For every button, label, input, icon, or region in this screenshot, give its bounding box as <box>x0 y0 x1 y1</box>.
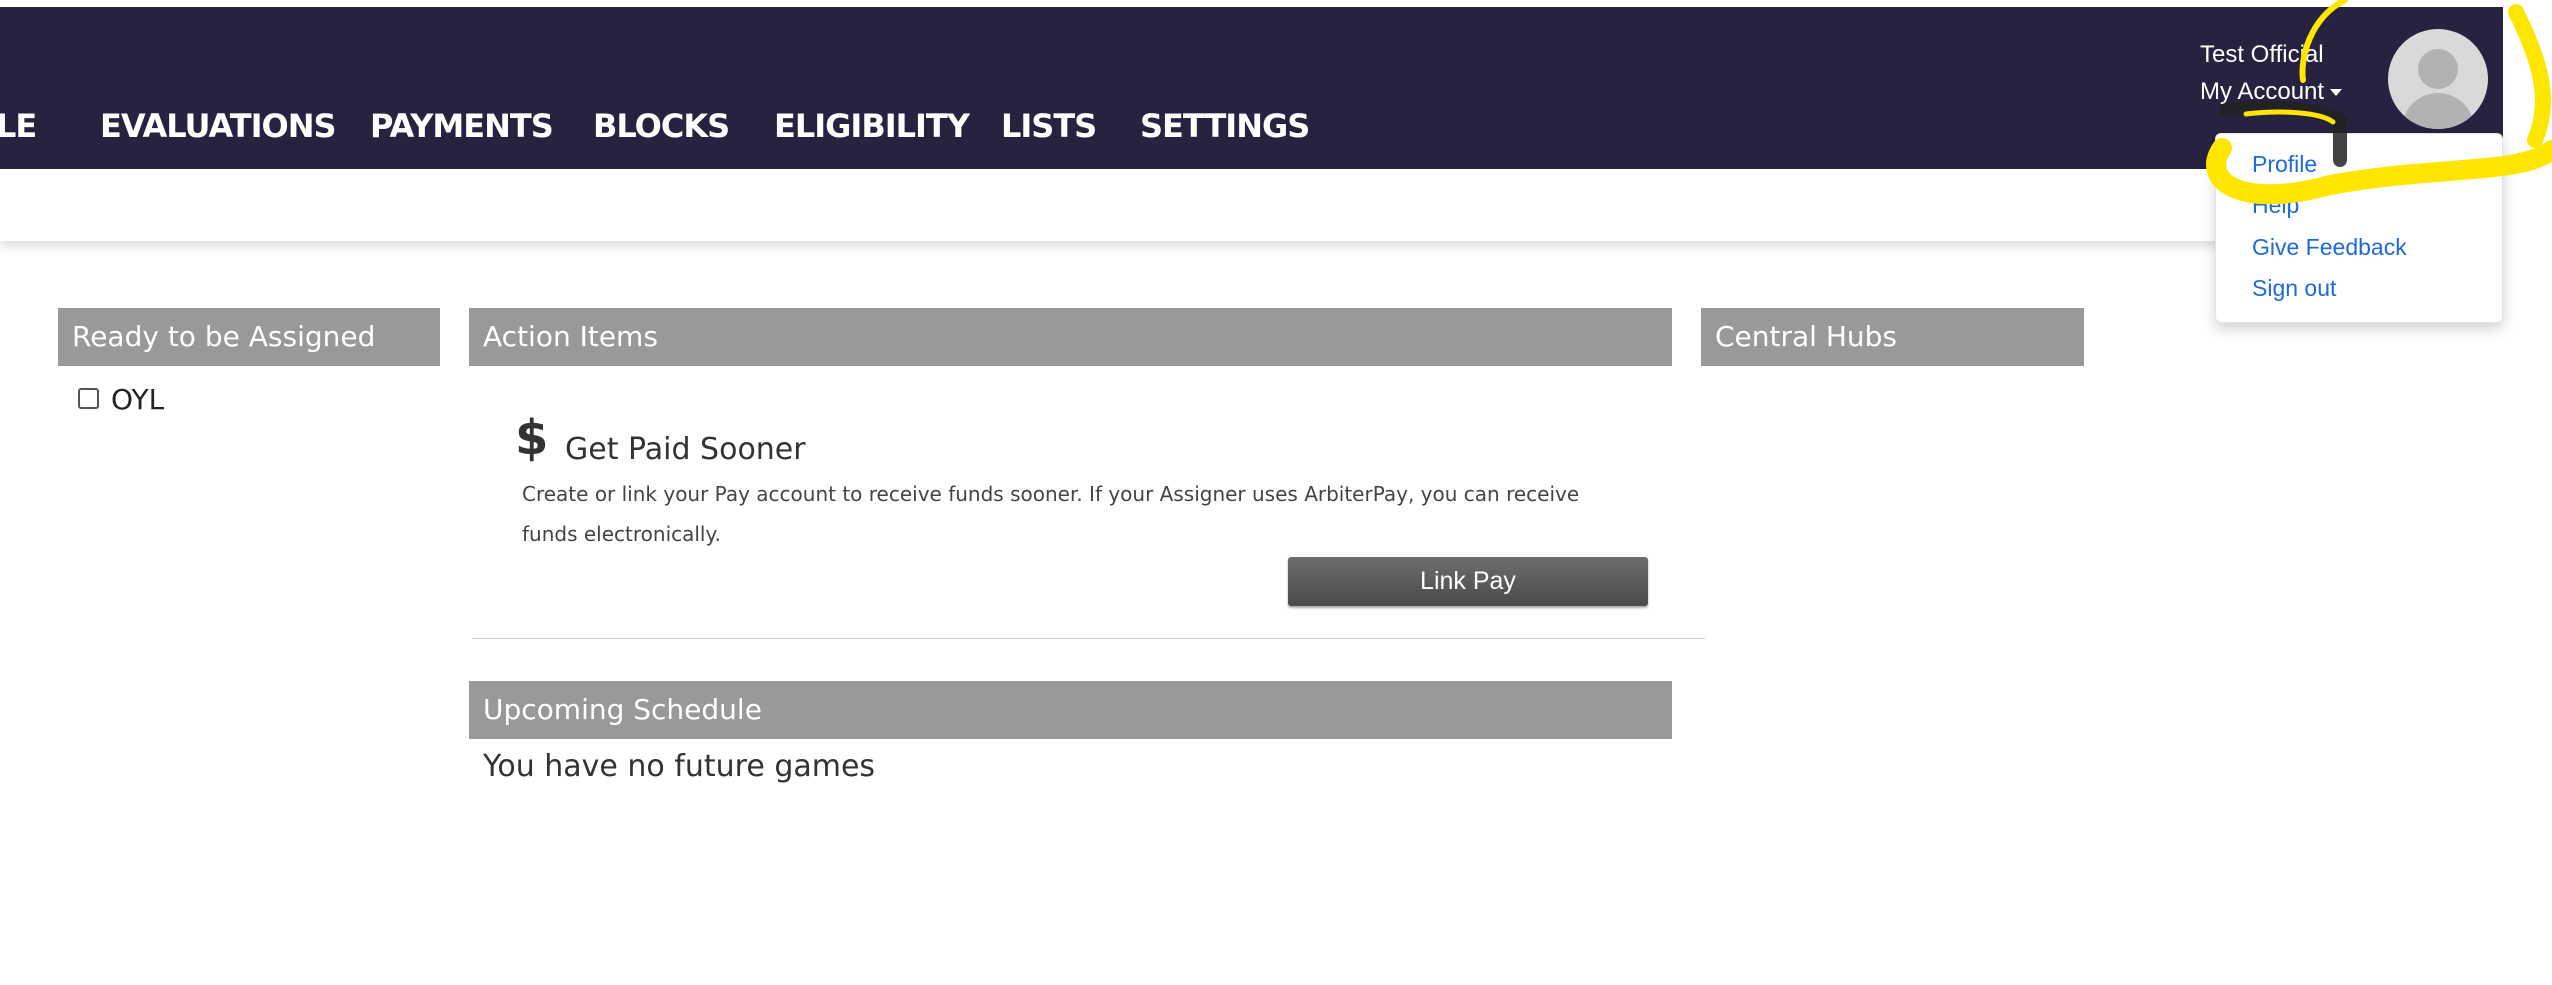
dollar-icon: $ <box>515 410 549 466</box>
top-nav-bar: LE EVALUATIONS PAYMENTS BLOCKS ELIGIBILI… <box>0 7 2503 169</box>
nav-item-evaluations[interactable]: EVALUATIONS <box>100 107 337 145</box>
my-account-toggle[interactable]: My Account <box>2200 78 2343 106</box>
menu-item-profile[interactable]: Profile <box>2252 151 2317 178</box>
checkbox-oyl[interactable] <box>78 387 99 409</box>
avatar-body <box>2402 93 2474 129</box>
action-items-header: Action Items <box>469 308 1672 366</box>
account-dropdown-menu: Profile Help Give Feedback Sign out <box>2215 133 2503 323</box>
user-name: Test Official <box>2200 41 2324 68</box>
get-paid-sooner-title: Get Paid Sooner <box>565 432 806 467</box>
caret-down-icon <box>2330 89 2343 97</box>
no-future-games-text: You have no future games <box>483 749 876 784</box>
nav-item-schedule[interactable]: LE <box>0 107 37 145</box>
section-divider <box>472 638 1705 639</box>
get-paid-description: Create or link your Pay account to recei… <box>522 482 1580 546</box>
ready-item-label: OYL <box>111 383 165 416</box>
menu-item-give-feedback[interactable]: Give Feedback <box>2252 234 2407 261</box>
avatar-head <box>2418 49 2458 89</box>
nav-item-eligibility[interactable]: ELIGIBILITY <box>774 107 970 145</box>
nav-item-lists[interactable]: LISTS <box>1001 107 1097 145</box>
my-account-label: My Account <box>2200 78 2325 105</box>
nav-item-payments[interactable]: PAYMENTS <box>370 107 554 145</box>
central-hubs-header: Central Hubs <box>1701 308 2084 366</box>
menu-item-sign-out[interactable]: Sign out <box>2252 275 2336 302</box>
avatar[interactable] <box>2388 29 2488 129</box>
menu-item-help[interactable]: Help <box>2252 192 2299 219</box>
link-pay-button[interactable]: Link Pay <box>1288 557 1648 606</box>
nav-item-settings[interactable]: SETTINGS <box>1140 107 1310 145</box>
ready-item-oyl[interactable]: OYL <box>78 383 164 416</box>
ready-to-be-assigned-header: Ready to be Assigned <box>58 308 440 366</box>
upcoming-schedule-header: Upcoming Schedule <box>469 681 1672 739</box>
sub-header-bar <box>0 169 2503 241</box>
nav-item-blocks[interactable]: BLOCKS <box>593 107 730 145</box>
page-right-margin <box>2503 0 2552 985</box>
